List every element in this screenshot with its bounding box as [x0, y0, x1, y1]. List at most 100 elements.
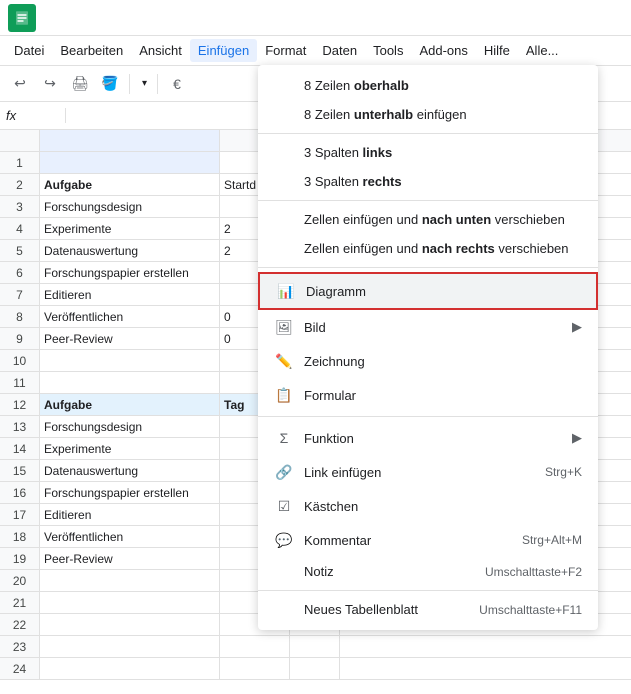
menu-bar: DateiBearbeitenAnsichtEinfügenFormatDate… — [0, 36, 631, 66]
redo-button[interactable]: ↪ — [36, 70, 64, 98]
paint-format-button[interactable]: 🪣 — [96, 70, 124, 98]
cell-a20[interactable] — [40, 570, 220, 591]
print-button[interactable]: 🖨 — [66, 70, 94, 98]
cell-a24[interactable] — [40, 658, 220, 679]
cell-a21[interactable] — [40, 592, 220, 613]
row-number: 6 — [0, 262, 40, 283]
cell-a19[interactable]: Peer-Review — [40, 548, 220, 569]
submenu-arrow-function: ▶ — [572, 430, 582, 446]
cell-b24[interactable] — [220, 658, 290, 679]
row-number: 17 — [0, 504, 40, 525]
cell-c23[interactable] — [290, 636, 340, 657]
row-number: 18 — [0, 526, 40, 547]
shortcut-comment: Strg+Alt+M — [522, 533, 582, 547]
cell-a18[interactable]: Veröffentlichen — [40, 526, 220, 547]
cell-a13[interactable]: Forschungsdesign — [40, 416, 220, 437]
menu-item-alle[interactable]: Alle... — [518, 39, 567, 62]
menu-option-note[interactable]: NotizUmschalttaste+F2 — [258, 557, 598, 586]
cell-a5[interactable]: Datenauswertung — [40, 240, 220, 261]
toolbar-separator-1 — [129, 74, 130, 94]
menu-item-hilfe[interactable]: Hilfe — [476, 39, 518, 62]
cell-a1[interactable] — [40, 152, 220, 173]
row-number: 4 — [0, 218, 40, 239]
menu-option-text-new-sheet: Neues Tabellenblatt — [304, 602, 479, 617]
row-number: 3 — [0, 196, 40, 217]
menu-option-function[interactable]: ΣFunktion▶ — [258, 421, 598, 455]
menu-option-link[interactable]: 🔗Link einfügenStrg+K — [258, 455, 598, 489]
menu-option-text-form: Formular — [304, 388, 582, 403]
menu-option-new-sheet[interactable]: Neues TabellenblattUmschalttaste+F11 — [258, 595, 598, 624]
menu-option-text-rows-below: 8 Zeilen unterhalb einfügen — [304, 107, 582, 122]
menu-option-text-note: Notiz — [304, 564, 485, 579]
cell-a17[interactable]: Editieren — [40, 504, 220, 525]
menu-option-comment[interactable]: 💬 KommentarStrg+Alt+M — [258, 523, 598, 557]
menu-option-drawing[interactable]: ✏️Zeichnung — [258, 344, 598, 378]
row-number: 7 — [0, 284, 40, 305]
menu-divider — [258, 133, 598, 134]
cell-a11[interactable] — [40, 372, 220, 393]
image-icon: 🖼 — [274, 317, 294, 337]
menu-item-addons[interactable]: Add-ons — [411, 39, 475, 62]
zoom-selector[interactable]: ▾ — [135, 75, 152, 92]
menu-option-text-chart: Diagramm — [306, 284, 580, 299]
row-number: 10 — [0, 350, 40, 371]
cell-a23[interactable] — [40, 636, 220, 657]
shortcut-link: Strg+K — [545, 465, 582, 479]
cell-a7[interactable]: Editieren — [40, 284, 220, 305]
cell-a2[interactable]: Aufgabe — [40, 174, 220, 195]
cell-a8[interactable]: Veröffentlichen — [40, 306, 220, 327]
row-number: 9 — [0, 328, 40, 349]
form-icon: 📋 — [274, 385, 294, 405]
menu-option-form[interactable]: 📋 Formular — [258, 378, 598, 412]
menu-option-checkbox[interactable]: ☑Kästchen — [258, 489, 598, 523]
menu-item-tools[interactable]: Tools — [365, 39, 411, 62]
cell-a22[interactable] — [40, 614, 220, 635]
undo-button[interactable]: ↩ — [6, 70, 34, 98]
comment-icon: 💬 — [274, 530, 294, 550]
cell-a4[interactable]: Experimente — [40, 218, 220, 239]
cell-a15[interactable]: Datenauswertung — [40, 460, 220, 481]
menu-option-image[interactable]: 🖼Bild▶ — [258, 310, 598, 344]
cell-a3[interactable]: Forschungsdesign — [40, 196, 220, 217]
row-num-header — [0, 130, 40, 151]
menu-item-daten[interactable]: Daten — [314, 39, 365, 62]
menu-item-datei[interactable]: Datei — [6, 39, 52, 62]
cell-a10[interactable] — [40, 350, 220, 371]
row-number: 19 — [0, 548, 40, 569]
menu-option-cols-left[interactable]: 3 Spalten links — [258, 138, 598, 167]
cell-c24[interactable] — [290, 658, 340, 679]
menu-item-bearbeiten[interactable]: Bearbeiten — [52, 39, 131, 62]
insert-dropdown-menu: 8 Zeilen oberhalb 8 Zeilen unterhalb einf… — [258, 65, 598, 630]
menu-option-text-image: Bild — [304, 320, 572, 335]
currency-button[interactable]: € — [163, 70, 191, 98]
menu-option-cells-right[interactable]: Zellen einfügen und nach rechts verschie… — [258, 234, 598, 263]
cell-a12[interactable]: Aufgabe — [40, 394, 220, 415]
menu-option-cols-right[interactable]: 3 Spalten rechts — [258, 167, 598, 196]
sheets-logo — [8, 4, 36, 32]
row-number: 15 — [0, 460, 40, 481]
menu-option-rows-below[interactable]: 8 Zeilen unterhalb einfügen — [258, 100, 598, 129]
menu-item-ansicht[interactable]: Ansicht — [131, 39, 190, 62]
cell-b23[interactable] — [220, 636, 290, 657]
row-number: 11 — [0, 372, 40, 393]
col-header-a[interactable] — [40, 130, 220, 151]
row-number: 23 — [0, 636, 40, 657]
menu-item-einfgen[interactable]: Einfügen — [190, 39, 257, 62]
menu-option-text-drawing: Zeichnung — [304, 354, 582, 369]
menu-option-chart[interactable]: 📊Diagramm — [258, 272, 598, 310]
menu-option-rows-above[interactable]: 8 Zeilen oberhalb — [258, 71, 598, 100]
menu-item-format[interactable]: Format — [257, 39, 314, 62]
function-icon: Σ — [274, 428, 294, 448]
cell-a9[interactable]: Peer-Review — [40, 328, 220, 349]
zoom-dropdown-icon: ▾ — [142, 78, 147, 89]
link-icon: 🔗 — [274, 462, 294, 482]
menu-option-text-comment: Kommentar — [304, 533, 522, 548]
cell-a14[interactable]: Experimente — [40, 438, 220, 459]
menu-option-cells-down[interactable]: Zellen einfügen und nach unten verschieb… — [258, 205, 598, 234]
shortcut-note: Umschalttaste+F2 — [485, 565, 582, 579]
cell-a6[interactable]: Forschungspapier erstellen — [40, 262, 220, 283]
cell-a16[interactable]: Forschungspapier erstellen — [40, 482, 220, 503]
menu-option-text-rows-above: 8 Zeilen oberhalb — [304, 78, 582, 93]
checkbox-icon: ☑ — [274, 496, 294, 516]
row-number: 1 — [0, 152, 40, 173]
